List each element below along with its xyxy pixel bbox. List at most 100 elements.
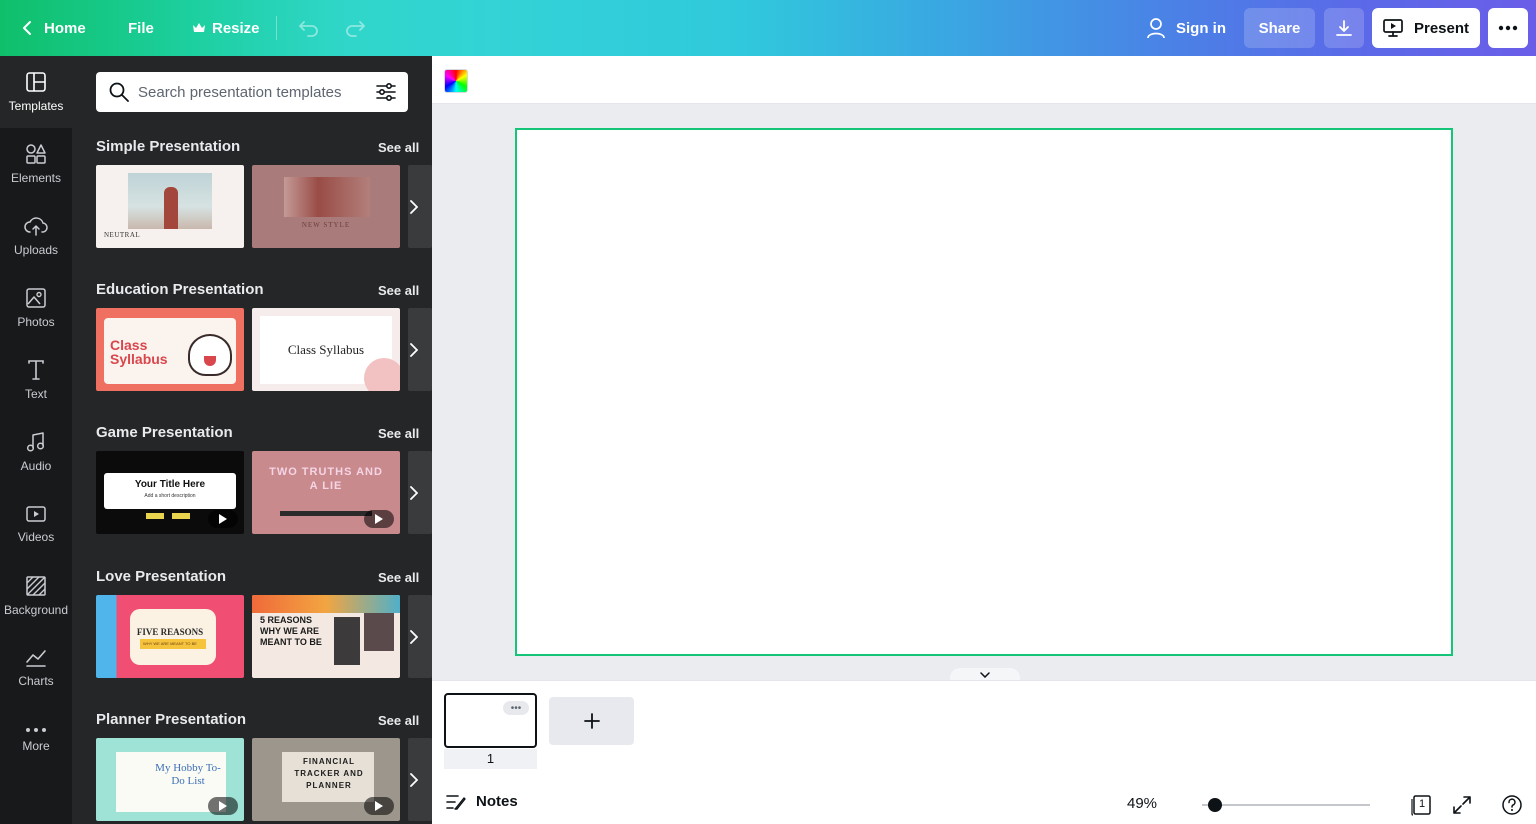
see-all-link[interactable]: See all bbox=[378, 426, 419, 441]
rail-item-charts[interactable]: Charts bbox=[0, 632, 72, 704]
rail-item-audio[interactable]: Audio bbox=[0, 416, 72, 488]
rail-item-background[interactable]: Background bbox=[0, 560, 72, 632]
see-all-link[interactable]: See all bbox=[378, 140, 419, 155]
notes-label: Notes bbox=[476, 793, 518, 810]
home-label: Home bbox=[44, 19, 86, 37]
rail-label: Charts bbox=[18, 674, 54, 688]
audio-icon bbox=[26, 432, 45, 452]
chevron-left-icon bbox=[23, 21, 31, 35]
scroll-right-button[interactable] bbox=[402, 308, 426, 391]
rail-item-videos[interactable]: Videos bbox=[0, 488, 72, 560]
add-page-button[interactable] bbox=[549, 697, 634, 745]
rail-label: Templates bbox=[8, 99, 64, 113]
rail-item-more[interactable]: More bbox=[0, 704, 72, 776]
scroll-right-button[interactable] bbox=[402, 595, 426, 678]
more-options-button[interactable] bbox=[1488, 8, 1528, 48]
rail-label: Background bbox=[3, 603, 69, 617]
crown-icon bbox=[193, 23, 205, 32]
section-title: Love Presentation bbox=[96, 568, 227, 585]
template-thumbnail[interactable]: NEW STYLE bbox=[252, 165, 400, 248]
rail-item-uploads[interactable]: Uploads bbox=[0, 200, 72, 272]
page-count-badge: 1 bbox=[1419, 798, 1426, 810]
see-all-link[interactable]: See all bbox=[378, 570, 419, 585]
redo-button[interactable] bbox=[334, 8, 376, 48]
video-preview-badge bbox=[208, 797, 238, 815]
see-all-link[interactable]: See all bbox=[378, 713, 419, 728]
left-rail: Templates Elements Uploads Photos Text A… bbox=[0, 56, 72, 824]
user-icon bbox=[1147, 18, 1165, 39]
undo-button[interactable] bbox=[288, 8, 330, 48]
home-button[interactable]: Home bbox=[12, 8, 96, 48]
download-button[interactable] bbox=[1324, 8, 1364, 48]
rail-label: Uploads bbox=[13, 243, 59, 257]
see-all-link[interactable]: See all bbox=[378, 283, 419, 298]
scroll-right-button[interactable] bbox=[402, 738, 426, 821]
rail-item-elements[interactable]: Elements bbox=[0, 128, 72, 200]
background-color-picker[interactable] bbox=[444, 69, 468, 93]
templates-icon bbox=[26, 72, 46, 92]
template-thumbnail[interactable]: NEUTRAL bbox=[96, 165, 244, 248]
share-button[interactable]: Share bbox=[1244, 8, 1315, 48]
scroll-right-button[interactable] bbox=[402, 165, 426, 248]
download-icon bbox=[1336, 20, 1352, 36]
page-count-button[interactable]: 1 bbox=[1410, 793, 1434, 817]
undo-icon bbox=[299, 21, 318, 37]
design-page[interactable] bbox=[515, 128, 1453, 656]
template-photo bbox=[284, 177, 370, 217]
template-thumbnail[interactable]: FINANCIAL TRACKER AND PLANNER bbox=[252, 738, 400, 821]
fullscreen-button[interactable] bbox=[1450, 793, 1474, 817]
bottom-panel: ••• 1 Notes 49% 1 bbox=[432, 680, 1536, 824]
video-preview-badge bbox=[364, 797, 394, 815]
editor-toolbar bbox=[432, 56, 1536, 104]
cat-illustration bbox=[188, 334, 232, 376]
filter-icon[interactable] bbox=[376, 82, 396, 102]
charts-icon bbox=[26, 650, 46, 667]
ellipsis-icon bbox=[1498, 25, 1518, 31]
zoom-slider[interactable] bbox=[1202, 804, 1370, 806]
template-thumbnail[interactable]: Class Syllabus bbox=[252, 308, 400, 391]
rail-item-templates[interactable]: Templates bbox=[0, 56, 72, 128]
template-thumbnail[interactable]: FIVE REASONS WHY WE ARE MEANT TO BE bbox=[96, 595, 244, 678]
notes-button[interactable]: Notes bbox=[446, 793, 518, 810]
template-section-game: Game Presentation See all Your Title Her… bbox=[96, 424, 432, 554]
template-thumbnail[interactable]: Your Title Here Add a short description bbox=[96, 451, 244, 534]
file-menu-button[interactable]: File bbox=[118, 8, 164, 48]
page-thumbnail[interactable]: ••• bbox=[444, 693, 537, 748]
search-icon bbox=[109, 82, 129, 102]
template-search-input[interactable] bbox=[138, 80, 362, 104]
template-title: TWO TRUTHS AND A LIE bbox=[269, 466, 383, 492]
template-thumbnail[interactable]: Class Syllabus bbox=[96, 308, 244, 391]
notes-icon bbox=[446, 794, 466, 810]
video-preview-badge bbox=[208, 510, 238, 528]
rail-item-photos[interactable]: Photos bbox=[0, 272, 72, 344]
zoom-percentage[interactable]: 49% bbox=[1127, 795, 1157, 812]
template-subtitle: Add a short description bbox=[144, 493, 196, 499]
section-title: Game Presentation bbox=[96, 424, 233, 441]
rail-label: Text bbox=[24, 387, 47, 401]
present-button[interactable]: Present bbox=[1372, 8, 1480, 48]
template-title: NEW STYLE bbox=[301, 221, 351, 229]
template-thumbnail[interactable]: My Hobby To-Do List bbox=[96, 738, 244, 821]
rail-item-text[interactable]: Text bbox=[0, 344, 72, 416]
section-title: Education Presentation bbox=[96, 281, 264, 298]
template-thumbnail[interactable]: TWO TRUTHS AND A LIE bbox=[252, 451, 400, 534]
chevron-right-icon bbox=[410, 485, 418, 500]
expand-icon bbox=[1453, 796, 1471, 814]
template-section-education: Education Presentation See all Class Syl… bbox=[96, 281, 432, 411]
page-options-button[interactable]: ••• bbox=[503, 701, 529, 715]
help-button[interactable] bbox=[1500, 793, 1524, 817]
zoom-slider-handle[interactable] bbox=[1208, 798, 1222, 812]
toolbar-divider bbox=[276, 16, 277, 40]
scroll-right-button[interactable] bbox=[402, 451, 426, 534]
template-thumbnail[interactable]: 5 REASONS WHY WE ARE MEANT TO BE bbox=[252, 595, 400, 678]
resize-button[interactable]: Resize bbox=[182, 8, 270, 48]
template-title: FINANCIAL TRACKER AND PLANNER bbox=[294, 757, 364, 790]
template-title: NEUTRAL bbox=[104, 231, 141, 239]
rail-label: Audio bbox=[20, 459, 52, 473]
sign-in-button[interactable]: Sign in bbox=[1136, 8, 1236, 48]
resize-label: Resize bbox=[212, 19, 260, 37]
template-title: FIVE REASONS bbox=[136, 627, 204, 637]
rail-label: Elements bbox=[10, 171, 62, 185]
share-label: Share bbox=[1258, 19, 1301, 37]
template-section-love: Love Presentation See all FIVE REASONS W… bbox=[96, 568, 432, 698]
